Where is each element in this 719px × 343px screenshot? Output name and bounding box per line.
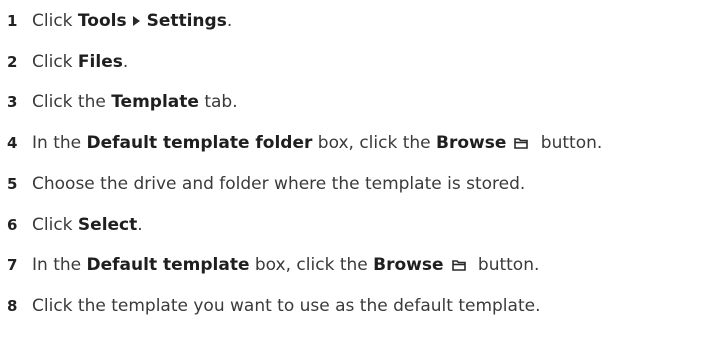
- step-8: 8 Click the template you want to use as …: [0, 294, 540, 318]
- step-2: 2 Click Files.: [0, 50, 128, 74]
- step-text: In the Default template folder box, clic…: [32, 133, 603, 153]
- step-number: 4: [7, 134, 18, 152]
- step-number: 8: [7, 297, 18, 315]
- step-number: 6: [7, 216, 18, 234]
- step-4: 4 In the Default template folder box, cl…: [0, 131, 602, 155]
- step-1: 1 Click Tools Settings.: [0, 9, 232, 33]
- step-text: Click the template you want to use as th…: [32, 296, 541, 316]
- step-3: 3 Click the Template tab.: [0, 90, 238, 114]
- step-number: 3: [7, 93, 18, 111]
- step-text: Choose the drive and folder where the te…: [32, 174, 526, 194]
- step-text: Click Select.: [32, 215, 143, 235]
- files-label: Files: [77, 52, 123, 72]
- folder-icon: [451, 259, 466, 271]
- triangle-right-icon: [132, 16, 140, 26]
- default-template-label: Default template: [86, 255, 250, 275]
- browse-label: Browse: [436, 133, 507, 153]
- tools-menu-label: Tools: [77, 11, 127, 31]
- step-text: Click the Template tab.: [32, 92, 238, 112]
- default-template-folder-label: Default template folder: [86, 133, 313, 153]
- select-label: Select: [77, 215, 138, 235]
- step-number: 7: [7, 256, 18, 274]
- step-number: 1: [7, 12, 18, 30]
- step-7: 7 In the Default template box, click the…: [0, 253, 539, 277]
- template-tab-label: Template: [111, 92, 199, 112]
- browse-label: Browse: [373, 255, 444, 275]
- settings-menu-label: Settings: [146, 11, 227, 31]
- folder-icon: [514, 137, 529, 149]
- step-text: In the Default template box, click the B…: [32, 255, 540, 275]
- step-text: Click Tools Settings.: [32, 11, 233, 31]
- step-5: 5 Choose the drive and folder where the …: [0, 172, 525, 196]
- step-text: Click Files.: [32, 52, 129, 72]
- step-number: 2: [7, 53, 18, 71]
- step-6: 6 Click Select.: [0, 213, 143, 237]
- step-number: 5: [7, 175, 18, 193]
